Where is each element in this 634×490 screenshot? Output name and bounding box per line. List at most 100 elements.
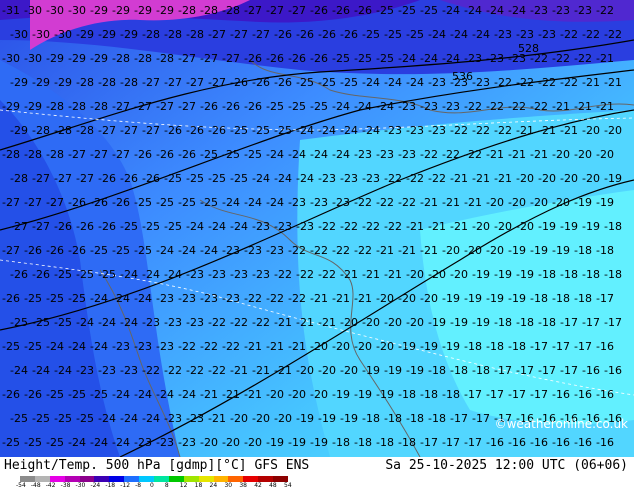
temperature-value: -24: [186, 220, 204, 233]
temperature-value: -21: [494, 172, 512, 185]
temperature-value: -20: [420, 292, 438, 305]
temperature-value: -18: [428, 364, 446, 377]
temperature-value: -18: [582, 268, 600, 281]
temperature-value: -26: [90, 196, 108, 209]
temperature-value: -28: [156, 52, 174, 65]
temperature-value: -21: [274, 316, 292, 329]
temperature-value: -22: [252, 316, 270, 329]
temperature-value: -27: [112, 148, 130, 161]
temperature-value: -25: [164, 220, 182, 233]
temperature-value: -20: [252, 412, 270, 425]
temperature-value: -24: [450, 28, 468, 41]
temperature-value: -20: [604, 124, 622, 137]
temperature-value: -20: [340, 364, 358, 377]
legend-tick-label: 48: [269, 482, 277, 489]
temperature-value: -21: [464, 196, 482, 209]
copyright-text: ©weatheronline.co.uk: [494, 417, 628, 431]
temperature-value: -25: [90, 244, 108, 257]
temperature-value: -20: [376, 292, 394, 305]
temperature-value: -20: [472, 220, 490, 233]
temperature-value: -24: [200, 244, 218, 257]
legend-tick-label: -24: [90, 482, 101, 489]
temperature-value: -25: [134, 244, 152, 257]
temperature-value: -24: [68, 340, 86, 353]
temperature-value: -25: [318, 76, 336, 89]
temperature-value: -29: [112, 4, 130, 17]
temperature-value: -22: [464, 100, 482, 113]
temperature-value: -24: [398, 52, 416, 65]
temperature-value: -26: [274, 28, 292, 41]
temperature-value: -25: [112, 244, 130, 257]
temperature-value: -20: [288, 388, 306, 401]
temperature-value: -20: [582, 124, 600, 137]
temperature-value: -19: [420, 340, 438, 353]
temperature-value: -19: [310, 436, 328, 449]
temperature-value: -16: [596, 436, 614, 449]
temperature-value: -26: [244, 52, 262, 65]
temperature-value: -26: [332, 4, 350, 17]
temperature-value: -19: [494, 268, 512, 281]
temperature-value: -23: [134, 436, 152, 449]
temperature-value: -22: [340, 220, 358, 233]
temperature-value: -23: [266, 244, 284, 257]
temperature-value: -27: [178, 52, 196, 65]
temperature-value: -24: [54, 364, 72, 377]
temperature-value: -28: [54, 124, 72, 137]
temperature-value: -26: [98, 172, 116, 185]
legend-tick-label: 54: [284, 482, 292, 489]
temperature-value: -19: [318, 412, 336, 425]
temperature-value: -18: [472, 364, 490, 377]
temperature-value: -27: [134, 100, 152, 113]
temperature-value: -27: [164, 76, 182, 89]
temperature-value: -18: [464, 340, 482, 353]
temperature-value: -25: [32, 316, 50, 329]
temperature-value: -26: [134, 148, 152, 161]
temperature-value: -23: [288, 196, 306, 209]
temperature-value: -25: [354, 52, 372, 65]
temperature-value: -29: [46, 52, 64, 65]
weather-map: 528 536 -31 -30 -30 -30 -29 -29 -29 -29 -28 -28 -2…: [0, 0, 634, 457]
temperature-value: -23: [222, 244, 240, 257]
temperature-value: -22: [442, 148, 460, 161]
temperature-value: -26: [310, 4, 328, 17]
temperature-value: -30: [10, 28, 28, 41]
temperature-value: -25: [32, 412, 50, 425]
temperature-value: -27: [46, 196, 64, 209]
temperature-value: -26: [68, 244, 86, 257]
temperature-value: -26: [2, 292, 20, 305]
temperature-value: -30: [54, 28, 72, 41]
temperature-value: -24: [76, 316, 94, 329]
temperature-value: -22: [318, 220, 336, 233]
temperature-value: -30: [24, 52, 42, 65]
temperature-value: -24: [90, 292, 108, 305]
temperature-value: -27: [266, 4, 284, 17]
temperature-value: -18: [604, 220, 622, 233]
temperature-value: -23: [156, 292, 174, 305]
temperature-value: -16: [486, 436, 504, 449]
temperature-value: -24: [164, 268, 182, 281]
temperature-value: -29: [76, 28, 94, 41]
temperature-value: -26: [230, 76, 248, 89]
temperature-value: -16: [552, 388, 570, 401]
temperature-value: -27: [186, 76, 204, 89]
temperature-value: -19: [296, 412, 314, 425]
temperature-value: -29: [90, 52, 108, 65]
temperature-value: -16: [596, 340, 614, 353]
temperature-value: -25: [54, 268, 72, 281]
temperature-value: -26: [178, 148, 196, 161]
temperature-value: -22: [354, 244, 372, 257]
temperature-value: -26: [296, 28, 314, 41]
temperature-value: -23: [428, 76, 446, 89]
temperature-value: -27: [208, 28, 226, 41]
map-canvas: 528 536 -31 -30 -30 -30 -29 -29 -29 -29 -28 -28 -2…: [0, 0, 634, 457]
temperature-value: -25: [406, 28, 424, 41]
temperature-value: -28: [134, 52, 152, 65]
temperature-value: -17: [450, 412, 468, 425]
color-legend-ticks: -54 -48 -42 -38 -30 -24 -18 -12 -8 0 8 12 18 24 30 38 42…: [16, 482, 300, 490]
temperature-value: -22: [420, 148, 438, 161]
temperature-value: -23: [164, 316, 182, 329]
temperature-value: -22: [596, 4, 614, 17]
temperature-value: -20: [560, 172, 578, 185]
temperature-value: -23: [398, 148, 416, 161]
temperature-value: -28: [46, 100, 64, 113]
